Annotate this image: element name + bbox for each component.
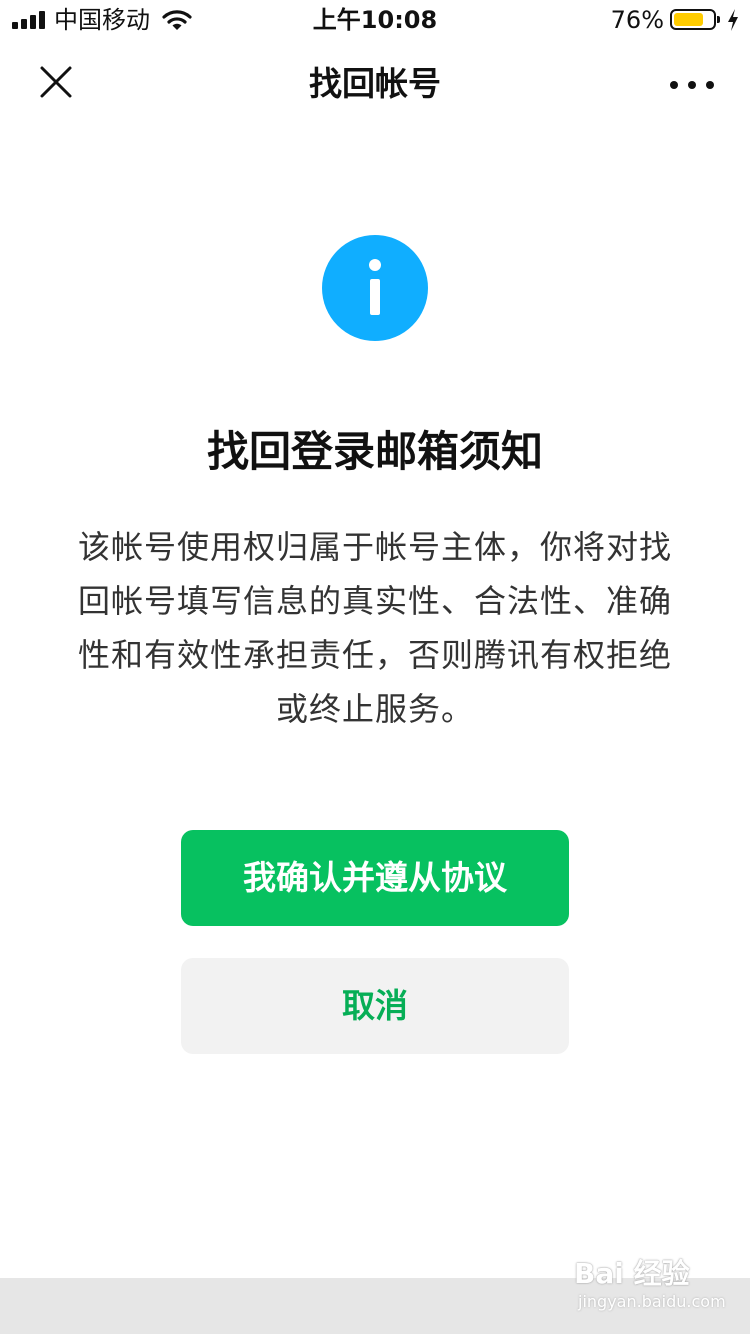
navigation-bar: 找回帐号 bbox=[0, 40, 750, 128]
status-bar: 中国移动 上午10:08 76% bbox=[0, 0, 750, 40]
watermark-logo-text: Bai 经验 bbox=[574, 1257, 690, 1290]
battery-icon bbox=[670, 9, 720, 30]
notice-text: 该帐号使用权归属于帐号主体，你将对找回帐号填写信息的真实性、合法性、准确性和有效… bbox=[77, 528, 672, 728]
more-dots-icon bbox=[670, 81, 678, 89]
info-icon bbox=[322, 235, 428, 341]
battery-percentage: 76% bbox=[610, 6, 664, 34]
confirm-agreement-button[interactable]: 我确认并遵从协议 bbox=[181, 830, 569, 926]
cancel-button[interactable]: 取消 bbox=[181, 958, 569, 1054]
baidu-jingyan-watermark: Bai 经验 jingyan.baidu.com bbox=[574, 1256, 726, 1320]
charging-bolt-icon bbox=[728, 9, 738, 31]
more-options-button[interactable] bbox=[668, 62, 724, 106]
page-title: 找回帐号 bbox=[309, 64, 441, 103]
notice-heading: 找回登录邮箱须知 bbox=[206, 427, 543, 476]
battery-level-fill bbox=[674, 13, 703, 26]
watermark-url: jingyan.baidu.com bbox=[578, 1292, 726, 1311]
